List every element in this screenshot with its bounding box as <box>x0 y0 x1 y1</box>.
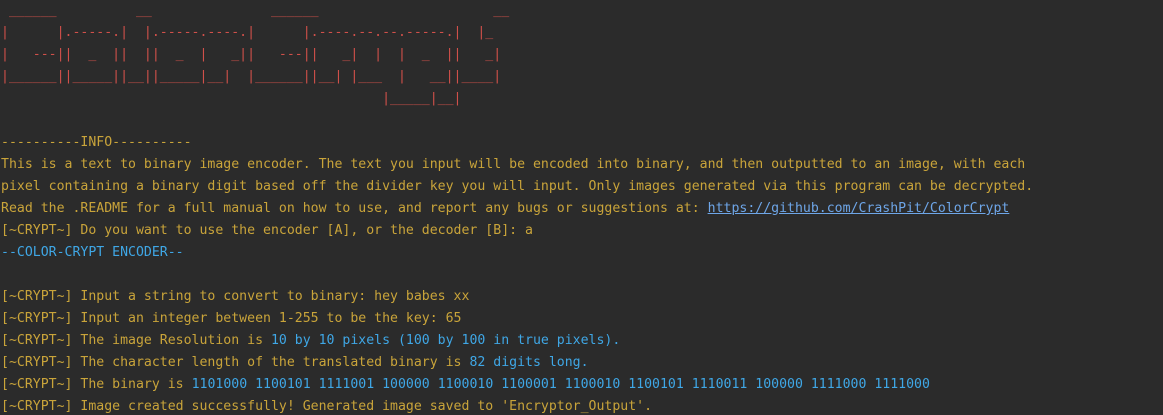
mode-prompt: [~CRYPT~] Do you want to use the encoder… <box>1 223 533 238</box>
binary-label: [~CRYPT~] The binary is <box>1 377 192 392</box>
resolution-label: [~CRYPT~] The image Resolution is <box>1 333 271 348</box>
banner-line: | ---|| _ || || _ | _|| ---|| _| | | _ |… <box>1 47 502 62</box>
info-header: ----------INFO---------- <box>1 135 192 150</box>
info-readme-text: Read the .README for a full manual on ho… <box>1 201 708 216</box>
banner-line: |______||_____||__||_____|__| |______||_… <box>1 69 502 84</box>
banner-line: | |.-----.| |.-----.----.| |.----.--.--.… <box>1 25 494 40</box>
banner-line: |_____|__| <box>1 91 462 106</box>
terminal-output: ______ __ ______ __ | |.-----.| |.-----.… <box>0 0 1163 415</box>
binary-value: 1101000 1100101 1111001 100000 1100010 1… <box>191 377 930 392</box>
mode-title: --COLOR-CRYPT ENCODER-- <box>1 245 184 260</box>
key-prompt: [~CRYPT~] Input an integer between 1-255… <box>1 311 462 326</box>
binary-line: [~CRYPT~] The binary is 1101000 1100101 … <box>1 374 1163 396</box>
length-value: 82 digits long. <box>469 355 589 370</box>
string-prompt: [~CRYPT~] Input a string to convert to b… <box>1 289 470 304</box>
github-link[interactable]: https://github.com/CrashPit/ColorCrypt <box>708 201 1010 216</box>
info-readme-line: Read the .README for a full manual on ho… <box>1 198 1163 220</box>
resolution-value: 10 by 10 pixels (100 by 100 in true pixe… <box>270 333 621 348</box>
banner-line: ______ __ ______ __ <box>1 3 510 18</box>
info-text-line: pixel containing a binary digit based of… <box>1 179 1034 194</box>
length-label: [~CRYPT~] The character length of the tr… <box>1 355 470 370</box>
final-message: [~CRYPT~] Image created successfully! Ge… <box>1 399 653 414</box>
length-line: [~CRYPT~] The character length of the tr… <box>1 352 1163 374</box>
resolution-line: [~CRYPT~] The image Resolution is 10 by … <box>1 330 1163 352</box>
info-text-line: This is a text to binary image encoder. … <box>1 157 1026 172</box>
